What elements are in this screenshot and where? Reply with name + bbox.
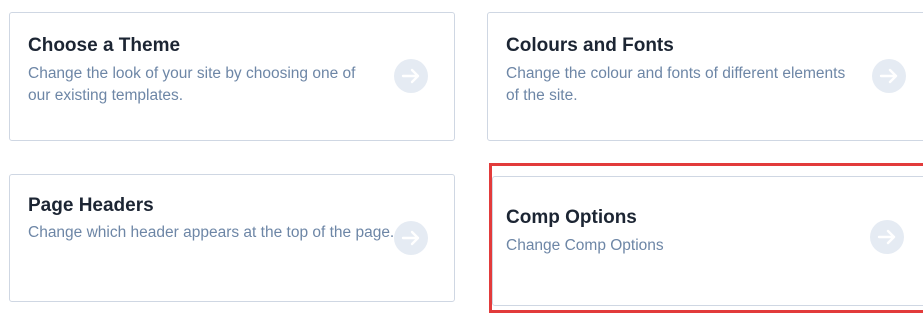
card-description: Change which header appears at the top o… [28, 224, 395, 241]
card-comp-options[interactable]: Comp Options Change Comp Options [492, 176, 923, 306]
card-title: Page Headers [28, 195, 154, 216]
card-description: Change the look of your site by choosing… [28, 65, 356, 104]
card-title: Choose a Theme [28, 35, 181, 56]
card-colours-fonts[interactable]: Colours and Fonts Change the colour and … [487, 12, 923, 141]
arrow-right-circle-icon[interactable] [870, 220, 904, 254]
card-description: Change Comp Options [506, 237, 664, 254]
arrow-right-circle-icon[interactable] [394, 59, 428, 93]
card-title: Comp Options [506, 207, 637, 228]
card-choose-theme[interactable]: Choose a Theme Change the look of your s… [9, 12, 455, 141]
card-description: Change the colour and fonts of different… [506, 65, 846, 104]
card-page-headers[interactable]: Page Headers Change which header appears… [9, 174, 455, 302]
arrow-right-circle-icon[interactable] [394, 221, 428, 255]
card-title: Colours and Fonts [506, 35, 674, 56]
arrow-right-circle-icon[interactable] [872, 59, 906, 93]
